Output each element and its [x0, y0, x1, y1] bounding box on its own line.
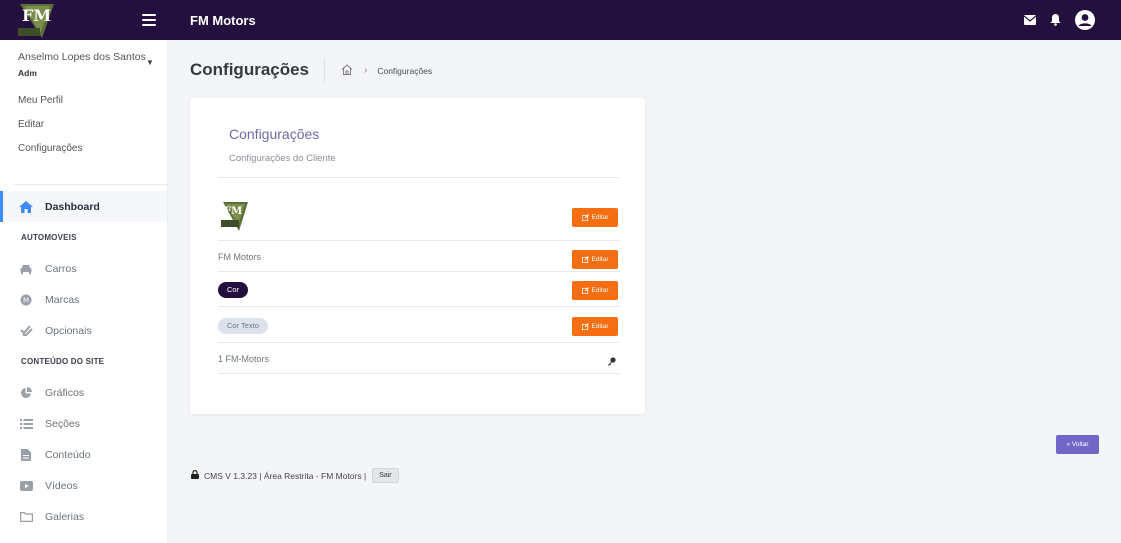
sidebar-item-label: Marcas: [45, 293, 80, 306]
button-label: Editar: [591, 323, 609, 330]
client-logo: FM: [220, 200, 250, 232]
sidebar-divider: [14, 184, 168, 185]
sidebar-item-marcas[interactable]: M Marcas: [0, 284, 167, 315]
user-links: Meu Perfil Editar Configurações: [0, 95, 167, 167]
button-label: Editar: [591, 214, 609, 221]
sidebar-item-carros[interactable]: Carros: [0, 253, 167, 284]
svg-text:M: M: [23, 296, 29, 304]
menu-toggle-icon[interactable]: [142, 14, 156, 26]
logo[interactable]: FM: [14, 0, 58, 40]
settings-row-license: 1 FM-Motors: [218, 343, 620, 374]
link-meu-perfil[interactable]: Meu Perfil: [18, 95, 167, 119]
text-color-badge: Cor Texto: [218, 318, 268, 334]
breadcrumb-current: Configurações: [377, 65, 433, 76]
breadcrumb: › Configurações: [341, 64, 432, 77]
home-icon[interactable]: [341, 64, 353, 77]
chevron-right-icon: ›: [364, 65, 368, 76]
list-icon: [19, 417, 33, 431]
link-configuracoes[interactable]: Configurações: [18, 143, 167, 167]
edit-icon: [581, 214, 589, 221]
brand-title: FM Motors: [190, 12, 256, 28]
page-title: Configurações: [190, 60, 310, 79]
settings-row-cor-texto: Cor Texto Editar: [218, 307, 620, 343]
lock-icon: [191, 469, 199, 481]
sidebar-item-label: Seções: [45, 417, 81, 430]
folder-icon: [19, 510, 33, 524]
edit-icon: [581, 323, 589, 330]
sidebar-item-galerias[interactable]: Galerias: [0, 501, 167, 532]
button-label: Editar: [591, 287, 609, 294]
color-badge: Cor: [218, 282, 249, 298]
sidebar-item-label: Gráficos: [45, 386, 85, 399]
edit-icon: [581, 256, 589, 263]
settings-row-name: FM Motors Editar: [218, 241, 620, 272]
logo-text: FM: [22, 6, 52, 25]
check-double-icon: [19, 324, 33, 338]
brand-icon: M: [19, 293, 33, 307]
sidebar-item-videos[interactable]: Vídeos: [0, 470, 167, 501]
title-divider: [324, 58, 325, 84]
section-heading-conteudo: CONTEÚDO DO SITE: [21, 357, 105, 366]
edit-icon: [581, 287, 589, 294]
button-label: Editar: [591, 256, 609, 263]
top-icons: [1024, 0, 1095, 40]
edit-logo-button[interactable]: Editar: [572, 208, 618, 227]
sidebar-item-label: Dashboard: [45, 200, 100, 213]
pie-chart-icon: [19, 386, 33, 400]
sidebar-item-label: Galerias: [45, 510, 85, 523]
video-icon: [19, 479, 33, 493]
caret-down-icon[interactable]: ▼: [146, 58, 154, 67]
logo-area: FM: [0, 0, 168, 40]
sidebar-item-graficos[interactable]: Gráficos: [0, 377, 167, 408]
link-editar[interactable]: Editar: [18, 119, 167, 143]
license-text: 1 FM-Motors: [218, 354, 270, 364]
file-icon: [19, 448, 33, 462]
sidebar-item-conteudo[interactable]: Conteúdo: [0, 439, 167, 470]
sidebar-item-label: Opcionais: [45, 324, 92, 337]
card-title: Configurações: [229, 126, 320, 142]
logout-button[interactable]: Sair: [372, 468, 399, 483]
sidebar-item-label: Conteúdo: [45, 448, 91, 461]
settings-row-cor: Cor Editar: [218, 272, 620, 307]
sidebar-item-label: Vídeos: [45, 479, 78, 492]
client-name: FM Motors: [218, 252, 262, 262]
sidebar-item-opcionais[interactable]: Opcionais: [0, 315, 167, 346]
sidebar: Anselmo Lopes dos Santos Adm ▼ Meu Perfi…: [0, 40, 168, 543]
bell-icon[interactable]: [1050, 14, 1061, 26]
section-heading-automoveis: AUTOMOVEIS: [21, 233, 77, 242]
footer-text: CMS V 1.3.23 | Área Restrita - FM Motors…: [204, 470, 367, 481]
settings-card: Configurações Configurações do Cliente F…: [190, 98, 645, 414]
user-role: Adm: [18, 68, 37, 78]
user-avatar-icon[interactable]: [1075, 10, 1095, 30]
sidebar-menu: Dashboard AUTOMOVEIS Carros M Marcas Opc…: [0, 191, 167, 532]
settings-row-logo: FM Editar: [218, 178, 620, 241]
home-icon: [19, 200, 33, 214]
edit-text-color-button[interactable]: Editar: [572, 317, 618, 336]
sidebar-item-label: Carros: [45, 262, 77, 275]
footer: CMS V 1.3.23 | Área Restrita - FM Motors…: [191, 468, 399, 483]
car-icon: [19, 262, 33, 276]
sidebar-item-secoes[interactable]: Seções: [0, 408, 167, 439]
edit-name-button[interactable]: Editar: [572, 250, 618, 269]
key-icon[interactable]: [607, 353, 616, 371]
user-name: Anselmo Lopes dos Santos: [18, 51, 146, 63]
card-subtitle: Configurações do Cliente: [229, 153, 336, 164]
top-bar: FM FM Motors: [0, 0, 1121, 40]
user-block[interactable]: Anselmo Lopes dos Santos Adm ▼: [0, 40, 167, 78]
edit-color-button[interactable]: Editar: [572, 281, 618, 300]
back-button[interactable]: « Voltar: [1056, 435, 1099, 454]
envelope-icon[interactable]: [1024, 15, 1036, 25]
sidebar-item-dashboard[interactable]: Dashboard: [0, 191, 167, 222]
svg-text:FM: FM: [224, 206, 242, 217]
